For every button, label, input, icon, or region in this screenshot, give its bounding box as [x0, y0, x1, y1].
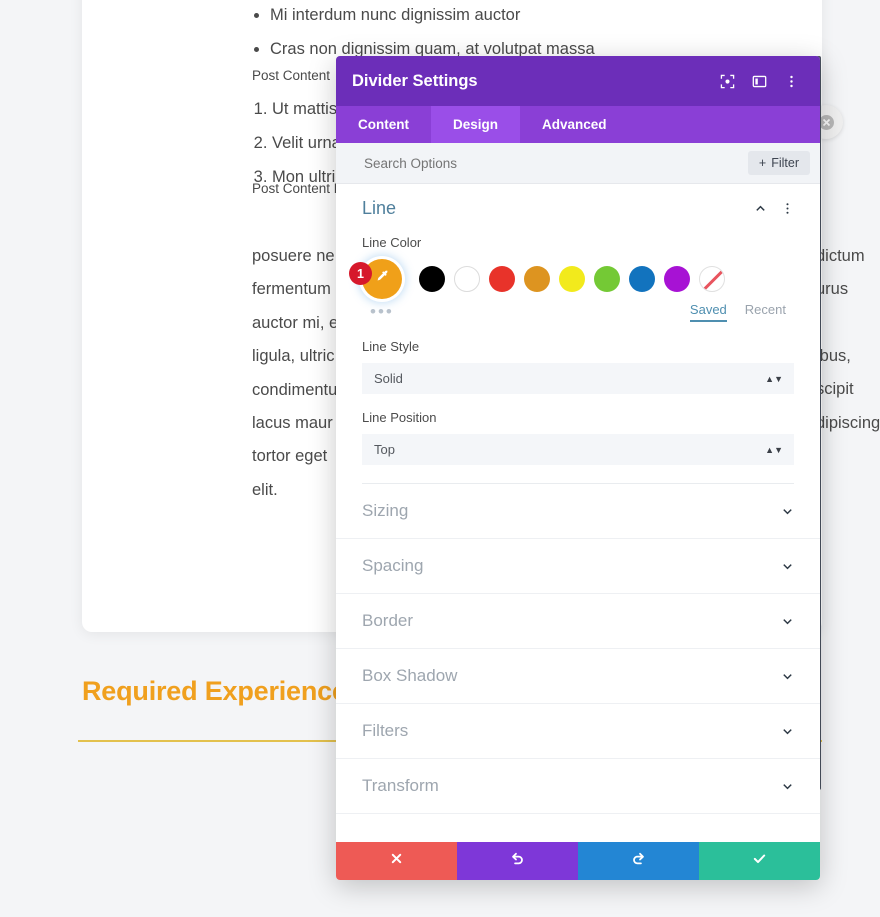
layout-split-icon[interactable]: [746, 68, 772, 94]
background-paragraph-right-bottom: ibus, scipit dipiscing: [816, 340, 880, 440]
modal-footer: [336, 842, 820, 880]
swatch-red[interactable]: [489, 266, 515, 292]
recent-colors-tab[interactable]: Recent: [745, 302, 786, 322]
paragraph-line: dipiscing: [816, 413, 880, 432]
section-label: Sizing: [362, 501, 409, 520]
swatch-orange[interactable]: [524, 266, 550, 292]
paragraph-line: elit.: [252, 480, 278, 499]
cancel-button[interactable]: [336, 842, 457, 880]
background-paragraph-right-top: dictum urus: [816, 240, 865, 307]
modal-header: Divider Settings: [336, 56, 820, 106]
list-item: Velit urna: [272, 126, 344, 160]
chevron-down-icon: [781, 670, 794, 683]
paragraph-line: auctor mi, e: [252, 313, 339, 332]
chevron-down-icon: [781, 505, 794, 518]
paragraph-line: condimentu: [252, 380, 338, 399]
chevron-up-icon[interactable]: [754, 202, 767, 215]
chevron-down-icon: [781, 780, 794, 793]
line-section-title: Line: [362, 198, 397, 218]
paragraph-line: ligula, ultric: [252, 347, 335, 366]
line-style-select[interactable]: Solid: [362, 363, 794, 394]
swatch-none[interactable]: [699, 266, 725, 292]
line-section-header[interactable]: Line: [362, 198, 794, 229]
search-input[interactable]: [364, 155, 748, 171]
required-experience-heading: Required Experience: [82, 676, 347, 706]
filter-label: Filter: [771, 156, 799, 170]
paragraph-line: scipit: [816, 380, 854, 399]
saved-colors-tab[interactable]: Saved: [689, 302, 727, 322]
plus-icon: +: [758, 156, 767, 170]
save-button[interactable]: [699, 842, 820, 880]
line-color-label: Line Color: [362, 235, 422, 250]
kebab-menu-icon[interactable]: [781, 202, 794, 215]
tab-advanced[interactable]: Advanced: [520, 106, 629, 143]
chevron-down-icon: [781, 560, 794, 573]
redo-icon: [631, 851, 646, 871]
section-spacing[interactable]: Spacing: [336, 539, 820, 594]
paragraph-line: ibus,: [816, 347, 851, 365]
swatch-green[interactable]: [594, 266, 620, 292]
list-item: Mi interdum nunc dignissim auctor: [270, 0, 595, 32]
search-bar: + Filter: [336, 143, 820, 184]
chevron-down-icon: [781, 725, 794, 738]
list-item: Ut mattis: [272, 92, 344, 126]
background-numbered-list: Ut mattis Velit urna Mon ultric: [252, 92, 344, 194]
paragraph-line: urus: [816, 280, 849, 299]
swatch-white[interactable]: [454, 266, 480, 292]
filter-button[interactable]: + Filter: [747, 151, 810, 175]
kebab-menu-icon[interactable]: [778, 68, 804, 94]
section-label: Border: [362, 611, 414, 630]
swatch-purple[interactable]: [664, 266, 690, 292]
line-position-select-wrap: Top ▲▼: [362, 434, 794, 465]
paragraph-line: dictum: [816, 247, 865, 265]
line-section: Line Line Color 1 ••• Saved Recent Line …: [336, 184, 820, 484]
line-style-label: Line Style: [362, 339, 420, 354]
post-content-heading-1: Post Content: [252, 68, 331, 83]
redo-button[interactable]: [578, 842, 699, 880]
line-position-select[interactable]: Top: [362, 434, 794, 465]
undo-icon: [510, 851, 525, 871]
check-icon: [752, 851, 767, 871]
modal-title: Divider Settings: [352, 71, 478, 90]
color-index-badge: 1: [349, 262, 372, 285]
modal-body: Line Line Color 1 ••• Saved Recent Line …: [336, 184, 820, 842]
swatch-black[interactable]: [419, 266, 445, 292]
tab-content[interactable]: Content: [336, 106, 431, 143]
section-border[interactable]: Border: [336, 594, 820, 649]
line-style-select-wrap: Solid ▲▼: [362, 363, 794, 394]
swatch-yellow[interactable]: [559, 266, 585, 292]
paragraph-line: fermentum: [252, 280, 331, 299]
divider-settings-modal: Divider Settings Content Design Advanced…: [336, 56, 820, 880]
section-label: Transform: [362, 776, 439, 795]
swatch-blue[interactable]: [629, 266, 655, 292]
fullscreen-icon[interactable]: [714, 68, 740, 94]
color-palette-meta: ••• Saved Recent: [362, 299, 794, 325]
paragraph-line: tortor eget: [252, 447, 328, 466]
undo-button[interactable]: [457, 842, 578, 880]
paragraph-line: lacus maur: [252, 414, 333, 433]
modal-tabs: Content Design Advanced: [336, 106, 820, 143]
more-dots-icon[interactable]: •••: [362, 302, 394, 322]
eyedropper-icon: [374, 268, 391, 290]
section-label: Filters: [362, 721, 409, 740]
close-icon: [390, 852, 403, 870]
color-palette: 1: [349, 259, 794, 299]
section-box-shadow[interactable]: Box Shadow: [336, 649, 820, 704]
post-content-heading-2: Post Content H: [252, 181, 344, 196]
chevron-down-icon: [781, 615, 794, 628]
section-filters[interactable]: Filters: [336, 704, 820, 759]
tab-design[interactable]: Design: [431, 106, 521, 143]
section-sizing[interactable]: Sizing: [336, 484, 820, 539]
section-label: Spacing: [362, 556, 424, 575]
selected-color-swatch[interactable]: 1: [349, 259, 402, 299]
line-position-label: Line Position: [362, 410, 437, 425]
background-paragraph-left: posuere ne fermentum auctor mi, e ligula…: [252, 240, 338, 507]
section-transform[interactable]: Transform: [336, 759, 820, 814]
paragraph-line: posuere ne: [252, 247, 335, 265]
section-label: Box Shadow: [362, 666, 458, 685]
